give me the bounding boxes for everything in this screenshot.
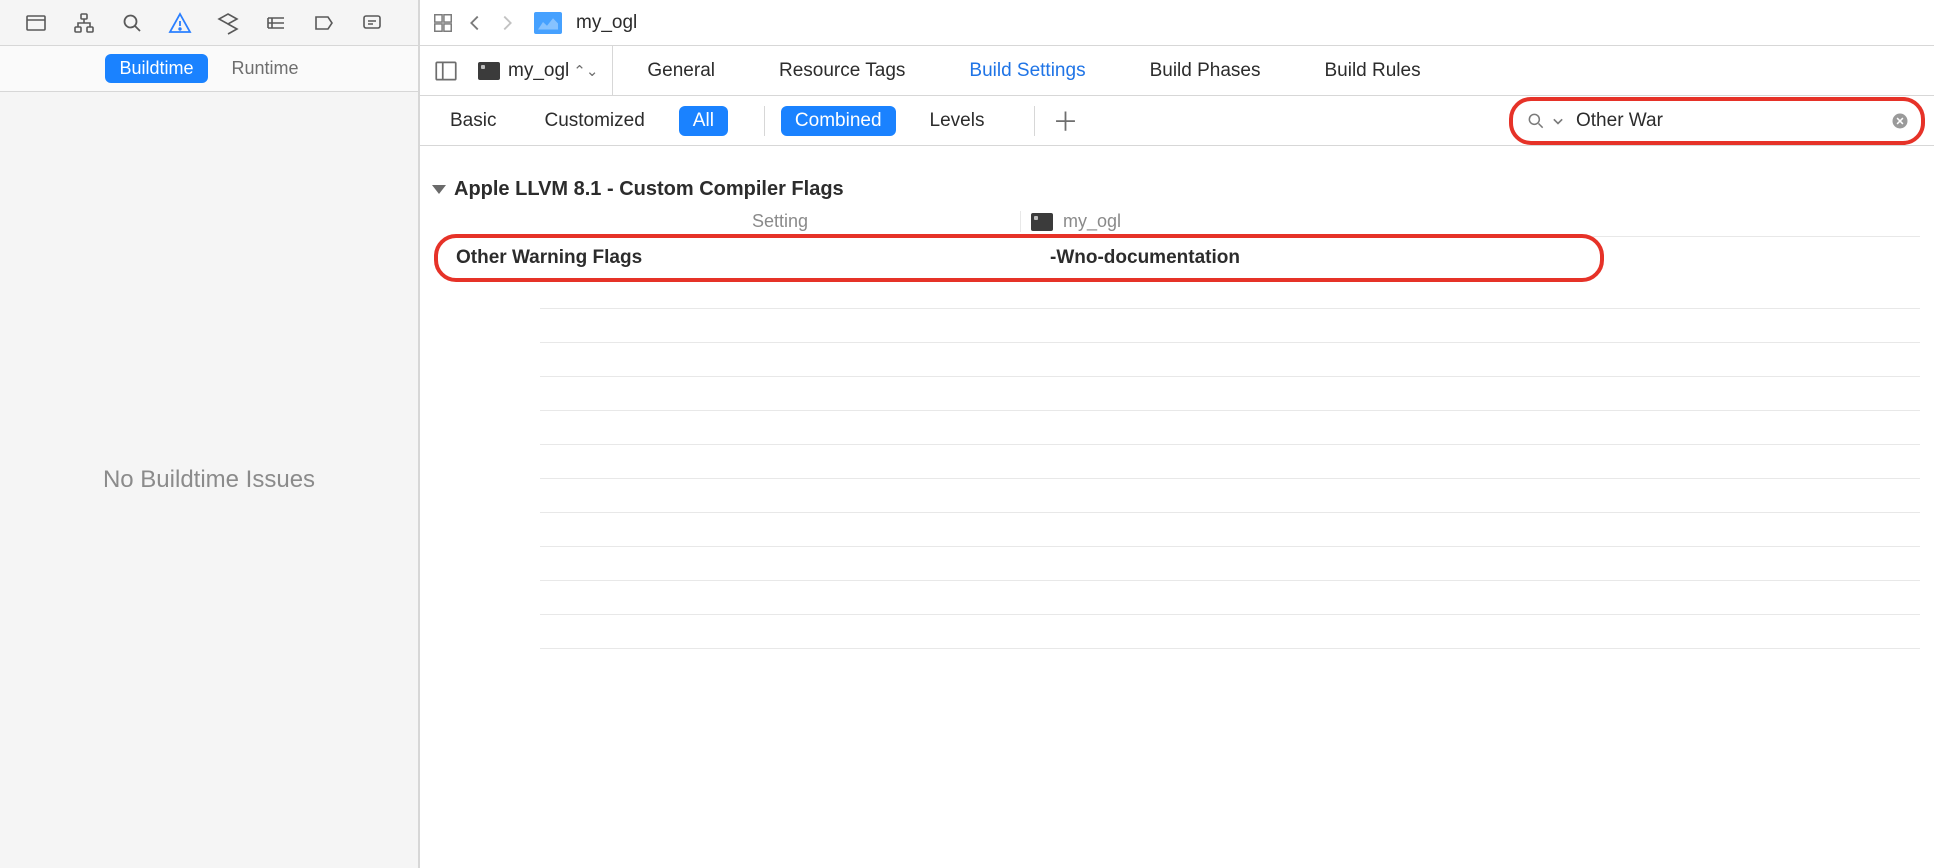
divider bbox=[1034, 106, 1035, 136]
empty-rows bbox=[540, 275, 1920, 649]
filter-all[interactable]: All bbox=[679, 106, 728, 136]
no-issues-message: No Buildtime Issues bbox=[103, 466, 315, 494]
group-title: Apple LLVM 8.1 - Custom Compiler Flags bbox=[454, 178, 844, 201]
settings-column-headers: Setting my_ogl bbox=[540, 207, 1920, 237]
column-setting: Setting bbox=[540, 211, 1020, 232]
target-icon bbox=[478, 62, 500, 80]
settings-search-input[interactable] bbox=[1574, 109, 1884, 133]
build-settings-list[interactable]: Apple LLVM 8.1 - Custom Compiler Flags S… bbox=[420, 146, 1934, 868]
project-navigator-icon[interactable] bbox=[24, 11, 48, 35]
target-selector[interactable]: my_ogl ⌃⌄ bbox=[472, 46, 613, 95]
column-target-name: my_ogl bbox=[1063, 211, 1121, 232]
project-editor-toolbar: my_ogl ⌃⌄ General Resource Tags Build Se… bbox=[420, 46, 1934, 96]
navigator-toolbar bbox=[0, 0, 418, 46]
filter-basic[interactable]: Basic bbox=[436, 106, 510, 136]
chevron-up-down-icon: ⌃⌄ bbox=[573, 62, 598, 80]
target-name: my_ogl bbox=[508, 60, 569, 82]
add-build-setting-button[interactable]: ＋ bbox=[1051, 107, 1079, 135]
show-project-targets-icon[interactable] bbox=[432, 57, 460, 85]
navigator-sidebar: Buildtime Runtime No Buildtime Issues bbox=[0, 0, 420, 868]
search-icon bbox=[1526, 111, 1546, 131]
filter-combined[interactable]: Combined bbox=[781, 106, 896, 136]
column-target: my_ogl bbox=[1020, 211, 1920, 232]
clear-search-icon[interactable] bbox=[1890, 111, 1910, 131]
buildtime-tab[interactable]: Buildtime bbox=[105, 54, 207, 83]
project-tabs: General Resource Tags Build Settings Bui… bbox=[615, 46, 1922, 95]
tab-build-phases[interactable]: Build Phases bbox=[1118, 46, 1293, 95]
settings-group-header[interactable]: Apple LLVM 8.1 - Custom Compiler Flags bbox=[420, 146, 1934, 207]
test-navigator-icon[interactable] bbox=[216, 11, 240, 35]
tab-general[interactable]: General bbox=[615, 46, 747, 95]
jump-bar: my_ogl bbox=[420, 0, 1934, 46]
chevron-down-icon[interactable] bbox=[1548, 111, 1568, 131]
debug-navigator-icon[interactable] bbox=[264, 11, 288, 35]
issues-list: No Buildtime Issues bbox=[0, 92, 418, 868]
related-items-icon[interactable] bbox=[432, 12, 454, 34]
back-icon[interactable] bbox=[464, 12, 486, 34]
breadcrumb-file[interactable]: my_ogl bbox=[576, 12, 637, 34]
filter-customized[interactable]: Customized bbox=[530, 106, 658, 136]
editor-area: my_ogl my_ogl ⌃⌄ General Resource Tags B… bbox=[420, 0, 1934, 868]
tab-build-settings[interactable]: Build Settings bbox=[937, 46, 1117, 95]
project-file-icon bbox=[534, 12, 562, 34]
setting-name: Other Warning Flags bbox=[456, 247, 1040, 269]
settings-search-field[interactable] bbox=[1518, 104, 1918, 138]
forward-icon[interactable] bbox=[496, 12, 518, 34]
search-navigator-icon[interactable] bbox=[120, 11, 144, 35]
issue-navigator-icon[interactable] bbox=[168, 11, 192, 35]
setting-value[interactable]: -Wno-documentation bbox=[1040, 247, 1920, 269]
issue-filter-segment: Buildtime Runtime bbox=[0, 46, 418, 92]
setting-row-other-warning-flags[interactable]: Other Warning Flags -Wno-documentation bbox=[434, 241, 1920, 275]
target-icon bbox=[1031, 213, 1053, 231]
divider bbox=[764, 106, 765, 136]
report-navigator-icon[interactable] bbox=[360, 11, 384, 35]
tab-build-rules[interactable]: Build Rules bbox=[1292, 46, 1452, 95]
disclosure-triangle-icon[interactable] bbox=[432, 185, 446, 194]
filter-levels[interactable]: Levels bbox=[916, 106, 999, 136]
tab-resource-tags[interactable]: Resource Tags bbox=[747, 46, 937, 95]
breakpoint-navigator-icon[interactable] bbox=[312, 11, 336, 35]
source-control-icon[interactable] bbox=[72, 11, 96, 35]
build-settings-filter-bar: Basic Customized All Combined Levels ＋ bbox=[420, 96, 1934, 146]
runtime-tab[interactable]: Runtime bbox=[218, 54, 313, 83]
